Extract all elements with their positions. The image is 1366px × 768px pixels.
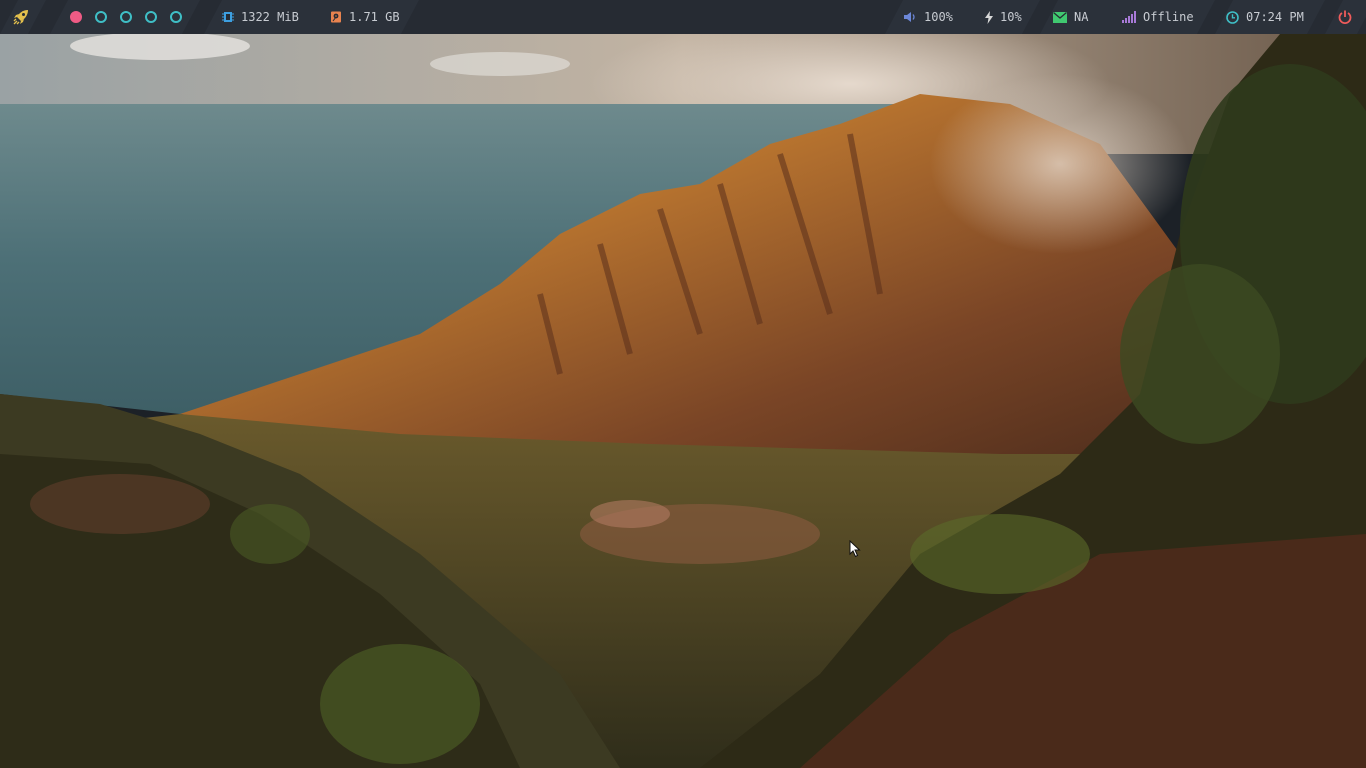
mail-module[interactable]: NA bbox=[1053, 0, 1088, 34]
launcher-button[interactable] bbox=[13, 0, 29, 34]
workspace-4-dot[interactable] bbox=[145, 11, 157, 23]
signal-icon bbox=[1122, 11, 1136, 23]
network-value: Offline bbox=[1143, 10, 1194, 24]
landscape-wallpaper bbox=[0, 34, 1366, 768]
mail-icon bbox=[1053, 11, 1067, 23]
mail-value: NA bbox=[1074, 10, 1089, 24]
volume-module[interactable]: 100% bbox=[903, 0, 953, 34]
network-module[interactable]: Offline bbox=[1122, 0, 1194, 34]
clock-module[interactable]: 07:24 PM bbox=[1226, 0, 1304, 34]
disk-value: 1.71 GB bbox=[349, 10, 400, 24]
workspace-switcher bbox=[70, 0, 182, 34]
disk-icon bbox=[330, 11, 342, 23]
top-status-bar: 1322 MiB 1.71 GB 100% 10% NA Offline 07:… bbox=[0, 0, 1366, 34]
clock-icon bbox=[1226, 10, 1239, 24]
lightning-icon bbox=[985, 10, 993, 24]
workspace-3-dot[interactable] bbox=[120, 11, 132, 23]
workspace-1-dot[interactable] bbox=[70, 11, 82, 23]
memory-value: 1322 MiB bbox=[241, 10, 299, 24]
brightness-value: 10% bbox=[1000, 10, 1022, 24]
disk-module[interactable]: 1.71 GB bbox=[330, 0, 400, 34]
power-button[interactable] bbox=[1338, 0, 1352, 34]
workspace-5-dot[interactable] bbox=[170, 11, 182, 23]
volume-icon bbox=[903, 11, 917, 23]
mouse-pointer-icon bbox=[849, 540, 861, 558]
memory-module[interactable]: 1322 MiB bbox=[222, 0, 299, 34]
volume-value: 100% bbox=[924, 10, 953, 24]
rocket-icon bbox=[13, 9, 29, 25]
clock-value: 07:24 PM bbox=[1246, 10, 1304, 24]
workspace-2-dot[interactable] bbox=[95, 11, 107, 23]
brightness-module[interactable]: 10% bbox=[985, 0, 1022, 34]
memory-icon bbox=[222, 11, 234, 23]
power-icon bbox=[1338, 10, 1352, 24]
